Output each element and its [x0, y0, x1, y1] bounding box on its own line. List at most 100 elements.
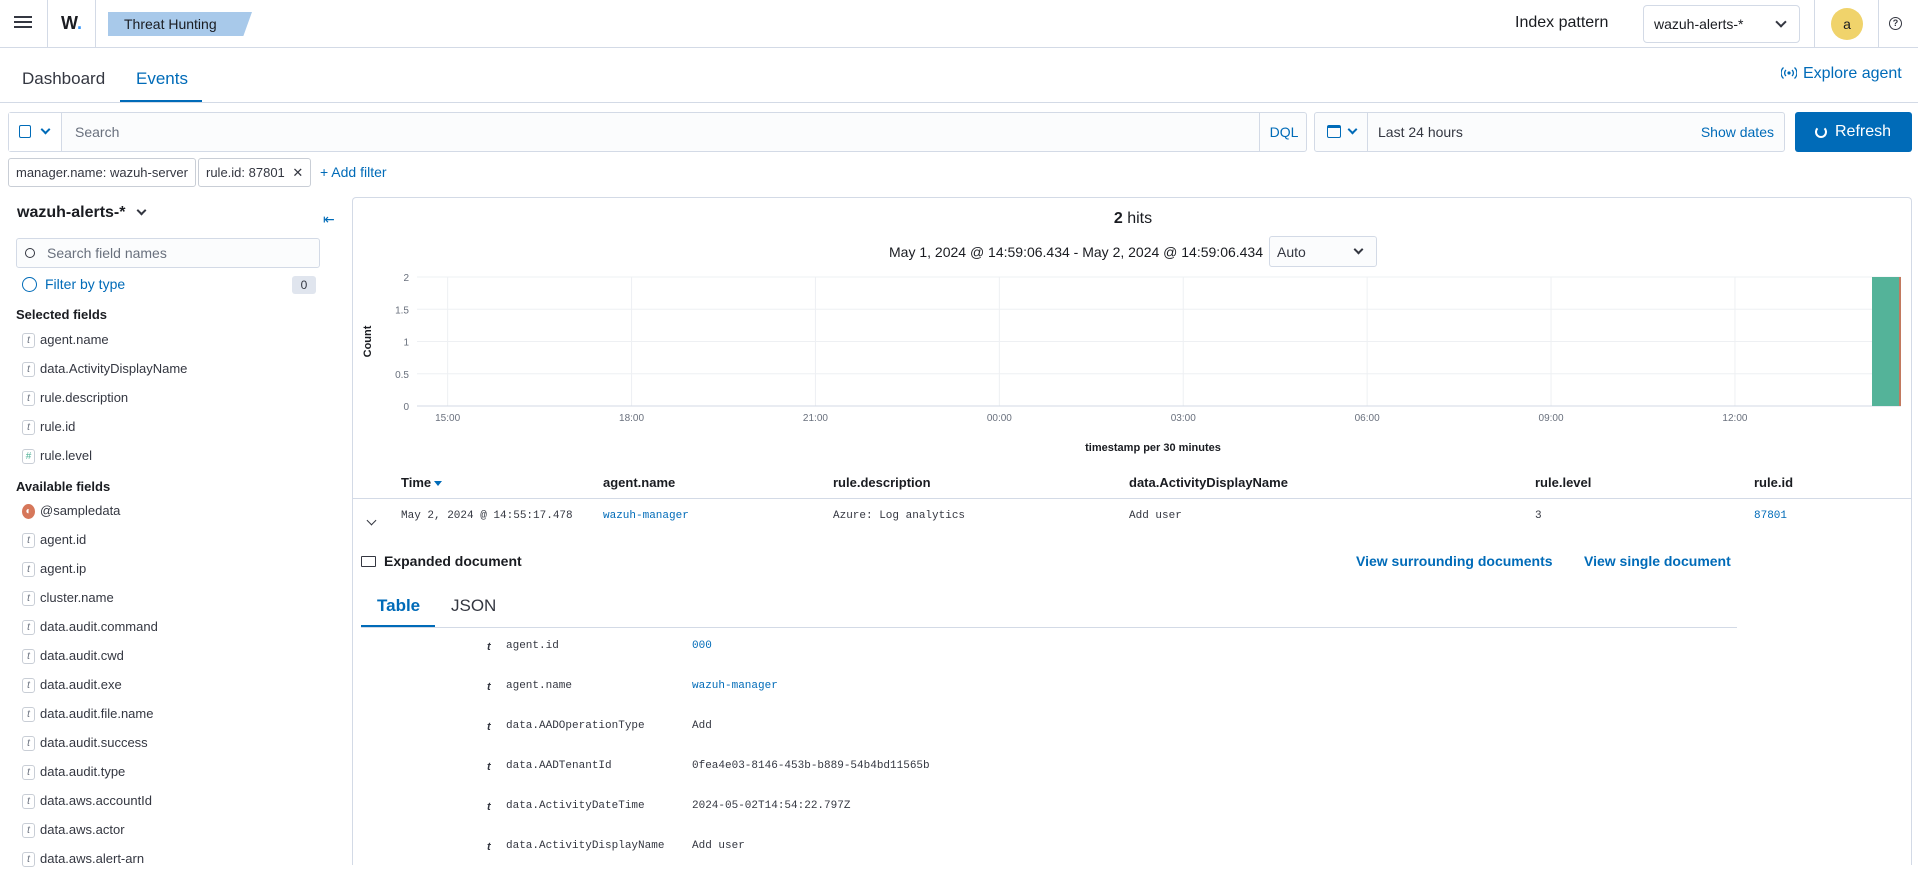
explore-agent-button[interactable]: Explore agent	[1781, 64, 1902, 83]
view-surrounding-documents-link[interactable]: View surrounding documents	[1356, 553, 1553, 569]
hits-count: 2 hits	[1113, 210, 1153, 227]
column-time[interactable]: Time	[401, 475, 443, 490]
field-item[interactable]: t agent.name	[22, 332, 109, 350]
column-rule-description[interactable]: rule.description	[833, 475, 931, 490]
view-single-document-link[interactable]: View single document	[1584, 553, 1731, 569]
string-type-icon: t	[22, 620, 35, 635]
field-item[interactable]: t data.audit.command	[22, 619, 158, 637]
filter-pill-manager[interactable]: manager.name: wazuh-server	[8, 158, 196, 187]
histogram-chart: 0 0.5 1 1.5 2 15:00 18:00 21:00 00:00 03:00 06:00 0…	[362, 273, 1901, 454]
tab-json[interactable]: JSON	[451, 596, 496, 616]
refresh-button[interactable]: Refresh	[1795, 112, 1912, 152]
field-item[interactable]: t rule.description	[22, 390, 128, 408]
help-icon[interactable]: ?	[1889, 17, 1902, 30]
close-icon[interactable]: ✕	[292, 165, 303, 180]
string-type-icon: t	[22, 362, 35, 377]
histogram-bar	[1872, 277, 1901, 406]
field-item[interactable]: t data.aws.accountId	[22, 793, 152, 811]
column-activity-display-name[interactable]: data.ActivityDisplayName	[1129, 475, 1288, 490]
x-tick-label: 18:00	[619, 413, 644, 424]
avatar[interactable]: a	[1831, 8, 1863, 40]
column-agent-name[interactable]: agent.name	[603, 475, 675, 490]
field-item[interactable]: t agent.id	[22, 532, 86, 550]
filter-icon	[22, 277, 37, 292]
interval-select[interactable]: Auto	[1269, 236, 1377, 267]
top-bar: W. Threat Hunting Index pattern wazuh-al…	[0, 0, 1918, 48]
collapse-sidebar-icon[interactable]: ⇤	[323, 211, 335, 228]
string-type-icon: t	[22, 765, 35, 780]
field-item[interactable]: t rule.id	[22, 419, 75, 437]
doc-field-value: 2024-05-02T14:54:22.797Z	[692, 800, 851, 812]
string-type-icon: t	[22, 736, 35, 751]
string-type-icon: t	[22, 823, 35, 838]
string-type-icon: t	[487, 681, 491, 693]
field-item[interactable]: t data.audit.file.name	[22, 706, 153, 724]
search-icon	[25, 248, 35, 258]
doc-field-value[interactable]: 000	[692, 640, 712, 652]
folder-open-icon	[361, 556, 376, 567]
field-item[interactable]: t agent.ip	[22, 561, 86, 579]
breadcrumb[interactable]: Threat Hunting	[108, 12, 252, 36]
filter-count-badge: 0	[292, 276, 316, 294]
column-rule-level[interactable]: rule.level	[1535, 475, 1591, 490]
tab-dashboard[interactable]: Dashboard	[22, 69, 105, 89]
cell-rule-id[interactable]: 87801	[1754, 510, 1787, 522]
doc-field-value[interactable]: wazuh-manager	[692, 680, 778, 692]
field-item[interactable]: t data.audit.success	[22, 735, 148, 753]
search-input[interactable]	[63, 113, 1263, 151]
wazuh-logo[interactable]: W.	[61, 13, 82, 34]
field-item[interactable]: t data.audit.cwd	[22, 648, 124, 666]
field-name: rule.description	[40, 390, 129, 405]
query-language-button[interactable]: DQL	[1259, 113, 1308, 151]
show-dates-link[interactable]: Show dates	[1701, 124, 1774, 140]
field-item[interactable]: # rule.level	[22, 448, 92, 466]
x-tick-label: 06:00	[1355, 413, 1380, 424]
x-tick-label: 09:00	[1539, 413, 1564, 424]
column-rule-id[interactable]: rule.id	[1754, 475, 1793, 490]
chevron-down-icon	[40, 124, 51, 135]
string-type-icon: t	[487, 641, 491, 653]
field-name: rule.id	[40, 419, 76, 434]
query-bar: DQL	[8, 112, 1307, 152]
filter-by-type-button[interactable]: Filter by type	[22, 276, 125, 292]
field-name: data.aws.accountId	[40, 793, 153, 808]
cell-rule-level: 3	[1535, 510, 1542, 522]
selected-fields-title: Selected fields	[16, 307, 108, 322]
divider	[1814, 0, 1815, 48]
filter-pill-rule-id[interactable]: rule.id: 87801 ✕	[198, 158, 312, 187]
field-item[interactable]: t data.audit.type	[22, 764, 125, 782]
x-axis-label: timestamp per 30 minutes	[1085, 442, 1221, 454]
add-filter-button[interactable]: + Add filter	[320, 164, 387, 180]
cell-agent-name[interactable]: wazuh-manager	[603, 510, 689, 522]
tab-events[interactable]: Events	[136, 69, 188, 89]
y-tick-label: 1.5	[395, 305, 409, 316]
doc-field-key: data.AADOperationType	[506, 720, 645, 732]
date-range-text[interactable]: Last 24 hours	[1378, 124, 1463, 140]
menu-icon[interactable]	[14, 14, 32, 32]
field-search-input[interactable]	[47, 239, 317, 267]
field-item[interactable]: ◐ @sampledata	[22, 503, 120, 521]
field-item[interactable]: t data.audit.exe	[22, 677, 122, 695]
doc-field-value: Add	[692, 720, 712, 732]
field-search	[16, 238, 320, 268]
tab-table[interactable]: Table	[377, 596, 420, 616]
field-item[interactable]: t data.ActivityDisplayName	[22, 361, 187, 379]
available-fields-title: Available fields	[16, 479, 111, 494]
quick-date-menu-button[interactable]	[1315, 113, 1368, 151]
collapse-row-icon[interactable]	[366, 515, 377, 526]
expanded-document-title: Expanded document	[361, 553, 522, 569]
field-item[interactable]: t data.aws.alert-arn	[22, 851, 144, 869]
index-pattern-select[interactable]: wazuh-alerts-*	[1643, 5, 1800, 43]
field-name: data.audit.type	[40, 764, 126, 779]
results-panel: 2 hits May 1, 2024 @ 14:59:06.434 - May …	[352, 197, 1912, 865]
field-item[interactable]: t cluster.name	[22, 590, 114, 608]
index-pattern-switcher[interactable]: wazuh-alerts-*	[17, 204, 147, 222]
field-item[interactable]: t data.aws.actor	[22, 822, 125, 840]
y-tick-label: 0	[403, 402, 409, 413]
string-type-icon: t	[22, 391, 35, 406]
field-name: data.aws.alert-arn	[40, 851, 145, 866]
saved-queries-button[interactable]	[9, 113, 62, 151]
field-name: agent.name	[40, 332, 109, 347]
field-name: agent.id	[40, 532, 87, 547]
sort-down-icon[interactable]	[434, 481, 443, 486]
